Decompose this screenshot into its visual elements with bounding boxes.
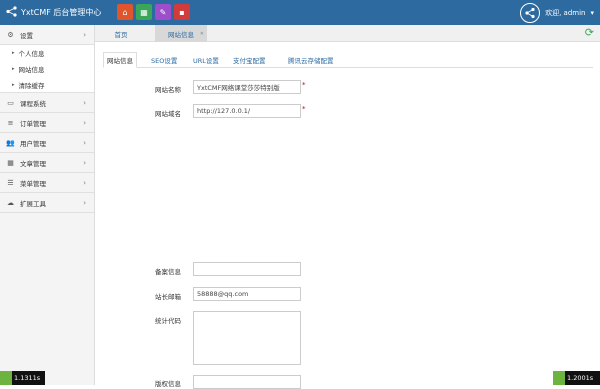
email-input[interactable]: 58888@qq.com — [193, 287, 301, 301]
caret-right-icon: ▸ — [12, 50, 15, 56]
required-mark: * — [302, 81, 306, 89]
subtab-seo[interactable]: SEO设置 — [148, 52, 180, 68]
refresh-icon[interactable]: ⟳ — [585, 26, 594, 39]
email-label: 站长邮箱 — [155, 293, 181, 301]
page-tabs: 首页 网站信息 ✕ ⟳ — [95, 25, 600, 42]
user-menu[interactable]: 欢迎, admin ▾ — [520, 0, 594, 25]
chevron-right-icon: › — [83, 30, 86, 39]
chevron-right-icon: › — [83, 198, 86, 207]
copyright-label: 版权信息 — [155, 380, 181, 388]
subtab-cloud-storage[interactable]: 腾讯云存储配置 — [285, 52, 337, 68]
stats-code-textarea[interactable] — [193, 311, 301, 365]
tab-home[interactable]: 首页 — [95, 25, 147, 42]
app-logo: YxtCMF 后台管理中心 — [6, 0, 101, 25]
home-icon[interactable]: ⌂ — [117, 4, 133, 20]
icp-input[interactable] — [193, 262, 301, 276]
stats-code-label: 统计代码 — [155, 317, 181, 325]
grid-icon: ▦ — [7, 158, 14, 167]
site-name-label: 网站名称 — [155, 86, 181, 94]
tab-site-info[interactable]: 网站信息 ✕ — [155, 25, 207, 42]
subtab-alipay[interactable]: 支付宝配置 — [230, 52, 269, 68]
sidebar-item-tools[interactable]: ☁ 扩展工具 › — [0, 193, 94, 213]
domain-input[interactable]: http://127.0.0.1/ — [193, 104, 301, 118]
menu-icon: ☰ — [7, 178, 14, 187]
settings-tabs: 网站信息 SEO设置 URL设置 支付宝配置 腾讯云存储配置 — [103, 52, 593, 68]
welcome-text: 欢迎, admin — [545, 8, 586, 17]
pencil-icon[interactable]: ✎ — [155, 4, 171, 20]
caret-right-icon: ▸ — [12, 81, 15, 88]
icp-label: 备案信息 — [155, 268, 181, 276]
main-content: 首页 网站信息 ✕ ⟳ 网站信息 SEO设置 URL设置 支付宝配置 腾讯云存储配… — [95, 25, 600, 389]
share-icon — [6, 6, 17, 19]
copyright-input[interactable] — [193, 375, 301, 389]
submenu-item-profile[interactable]: ▸ 个人信息 — [0, 45, 94, 61]
gear-icon: ⚙ — [7, 30, 14, 39]
domain-label: 网站域名 — [155, 110, 181, 118]
site-name-input[interactable]: YxtCMF网络课堂莎莎特别版 — [193, 80, 301, 94]
submenu-item-clear-cache[interactable]: ▸ 清除缓存 — [0, 77, 94, 93]
sidebar-item-menus[interactable]: ☰ 菜单管理 › — [0, 173, 94, 193]
submenu-item-site-info[interactable]: ▸ 网站信息 — [0, 61, 94, 77]
sidebar-item-orders[interactable]: ≡ 订单管理 › — [0, 113, 94, 133]
required-mark: * — [302, 105, 306, 113]
chevron-right-icon: › — [83, 138, 86, 147]
chevron-right-icon: › — [83, 118, 86, 127]
cloud-icon: ☁ — [7, 198, 14, 207]
app-title: YxtCMF 后台管理中心 — [21, 8, 102, 17]
top-bar: YxtCMF 后台管理中心 ⌂ ▦ ✎ ▪ 欢迎, admin ▾ — [0, 0, 600, 25]
users-icon: 👥 — [6, 138, 15, 147]
subtab-site-info[interactable]: 网站信息 — [103, 52, 137, 68]
chevron-right-icon: › — [83, 98, 86, 107]
sidebar-item-users[interactable]: 👥 用户管理 › — [0, 133, 94, 153]
caret-right-icon: ▸ — [12, 66, 15, 72]
chevron-right-icon: › — [83, 158, 86, 167]
load-time-right: 1.2001s — [553, 371, 600, 385]
load-time-left: 1.1311s — [0, 371, 45, 385]
monitor-icon: ▭ — [7, 98, 14, 107]
avatar[interactable] — [520, 2, 541, 23]
sidebar-item-settings[interactable]: ⚙ 设置 › — [0, 25, 94, 45]
subtab-url[interactable]: URL设置 — [190, 52, 222, 68]
trash-icon[interactable]: ▪ — [174, 4, 190, 20]
grid-icon[interactable]: ▦ — [136, 4, 152, 20]
list-icon: ≡ — [7, 118, 14, 127]
sidebar-item-courses[interactable]: ▭ 课程系统 › — [0, 93, 94, 113]
chevron-right-icon: › — [83, 178, 86, 187]
quick-buttons: ⌂ ▦ ✎ ▪ — [117, 4, 190, 20]
sidebar: ⚙ 设置 › ▸ 个人信息 ▸ 网站信息 ▸ 清除缓存 ▭ 课程系统 › ≡ 订单管理… — [0, 25, 95, 385]
close-icon[interactable]: ✕ — [200, 31, 204, 37]
caret-down-icon[interactable]: ▾ — [590, 9, 594, 17]
sidebar-item-articles[interactable]: ▦ 文章管理 › — [0, 153, 94, 173]
